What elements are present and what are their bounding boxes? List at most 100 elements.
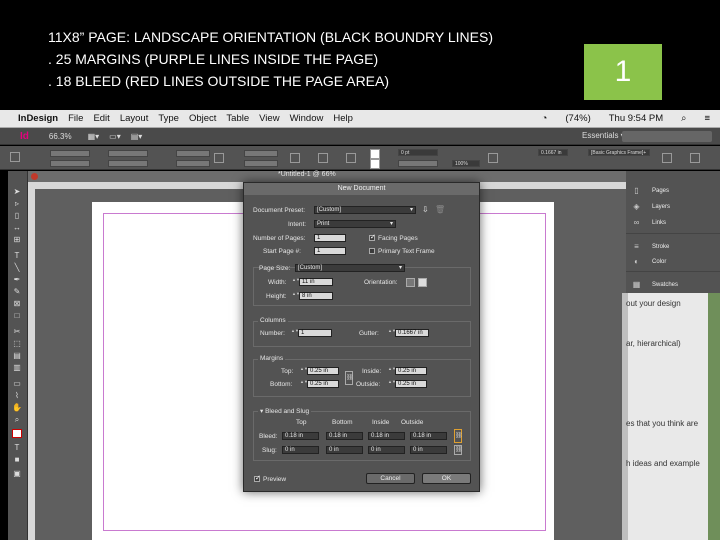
- scissors-tool-icon[interactable]: ✂: [12, 327, 22, 336]
- slug-outside-field[interactable]: 0 in: [410, 446, 447, 454]
- hand-tool-icon[interactable]: ✋: [12, 403, 22, 412]
- reference-point-icon[interactable]: [10, 152, 20, 162]
- screen-mode-icon[interactable]: ▭▾: [109, 132, 121, 141]
- panel-pages[interactable]: ▯ Pages: [626, 183, 720, 198]
- bleed-slug-title[interactable]: ▾ Bleed and Slug: [258, 407, 312, 415]
- pencil-tool-icon[interactable]: ✎: [12, 287, 22, 296]
- rotate-icon[interactable]: [290, 153, 300, 163]
- menu-view[interactable]: View: [259, 113, 279, 124]
- background-window[interactable]: out your design ar, hierarchical) es tha…: [622, 293, 720, 540]
- help-search-input[interactable]: [622, 131, 712, 142]
- menu-app-name[interactable]: InDesign: [18, 113, 58, 124]
- clock[interactable]: Thu 9:54 PM: [609, 113, 663, 124]
- bleed-link-icon[interactable]: ⛓: [454, 429, 463, 443]
- type-tool-icon[interactable]: T: [12, 251, 22, 260]
- menu-window[interactable]: Window: [290, 113, 324, 124]
- screen-mode-tool-icon[interactable]: ▣: [12, 469, 22, 478]
- selection-tool-icon[interactable]: ➤: [12, 187, 22, 196]
- columns-stepper-icon[interactable]: ▲▼: [291, 329, 299, 337]
- apply-color-icon[interactable]: ■: [12, 455, 22, 464]
- preview-checkbox[interactable]: [254, 474, 261, 482]
- columns-number-field[interactable]: 1: [298, 329, 332, 337]
- panel-menu-icon[interactable]: [690, 153, 700, 163]
- content-collector-icon[interactable]: ⊞: [12, 235, 22, 244]
- rectangle-frame-tool-icon[interactable]: ⊠: [12, 299, 22, 308]
- margin-inside-stepper-icon[interactable]: ▲▼: [388, 367, 396, 375]
- slug-inside-field[interactable]: 0 in: [368, 446, 405, 454]
- select-container-icon[interactable]: [318, 153, 328, 163]
- frame-style-select[interactable]: [Basic Graphics Frame]+: [588, 149, 650, 156]
- scale-x-field[interactable]: [176, 150, 210, 157]
- stroke-weight-field[interactable]: 0 pt: [398, 149, 438, 156]
- margin-bottom-field[interactable]: 0.25 in: [307, 380, 339, 388]
- margin-top-stepper-icon[interactable]: ▲▼: [300, 367, 308, 375]
- document-preset-select[interactable]: [Custom]: [314, 206, 416, 214]
- panel-stroke[interactable]: ≡ Stroke: [626, 239, 720, 254]
- fill-swatch[interactable]: [370, 149, 380, 159]
- delete-preset-icon[interactable]: 🗑: [435, 205, 445, 214]
- bleed-top-field[interactable]: 0.18 in: [282, 432, 319, 440]
- panel-color[interactable]: ◐ Color: [626, 254, 720, 269]
- page-size-select[interactable]: [Custom]: [295, 264, 405, 272]
- margin-top-field[interactable]: 0.25 in: [307, 367, 339, 375]
- primary-text-frame-checkbox[interactable]: [369, 248, 375, 254]
- style-options-icon[interactable]: [662, 153, 672, 163]
- gradient-swatch-tool-icon[interactable]: ▤: [12, 351, 22, 360]
- list-icon[interactable]: ≡: [704, 113, 710, 124]
- arrange-documents-icon[interactable]: ▤▾: [131, 132, 143, 141]
- zoom-level[interactable]: 66.3%: [49, 132, 72, 141]
- shear-field[interactable]: [244, 160, 278, 167]
- pen-tool-icon[interactable]: ✒: [12, 275, 22, 284]
- page-tool-icon[interactable]: ▯: [12, 211, 22, 220]
- menu-table[interactable]: Table: [226, 113, 249, 124]
- gap-tool-icon[interactable]: ↔: [12, 223, 22, 232]
- free-transform-tool-icon[interactable]: ⬚: [12, 339, 22, 348]
- rotation-field[interactable]: [244, 150, 278, 157]
- stroke-type-select[interactable]: [398, 160, 438, 167]
- ok-button[interactable]: OK: [422, 473, 471, 484]
- facing-pages-checkbox[interactable]: [369, 233, 376, 241]
- menu-help[interactable]: Help: [333, 113, 353, 124]
- height-stepper-icon[interactable]: ▲▼: [292, 292, 300, 300]
- close-tab-icon[interactable]: [31, 173, 38, 180]
- stroke-swatch[interactable]: [370, 159, 380, 169]
- height-field[interactable]: 8 in: [299, 292, 333, 300]
- formatting-container-icon[interactable]: T: [12, 443, 22, 452]
- line-tool-icon[interactable]: ╲: [12, 263, 22, 272]
- margin-bottom-stepper-icon[interactable]: ▲▼: [300, 380, 308, 388]
- view-options-icon[interactable]: ▦▾: [88, 132, 100, 141]
- margin-outside-stepper-icon[interactable]: ▲▼: [388, 380, 396, 388]
- cancel-button[interactable]: Cancel: [366, 473, 415, 484]
- margin-outside-field[interactable]: 0.25 in: [395, 380, 427, 388]
- landscape-orientation-icon[interactable]: [418, 278, 427, 287]
- document-tab[interactable]: *Untitled-1 @ 66%: [28, 171, 628, 182]
- workspace-switcher[interactable]: Essentials ▾: [582, 131, 625, 140]
- portrait-orientation-icon[interactable]: [406, 278, 415, 287]
- gutter-field[interactable]: 0.1667 in: [395, 329, 429, 337]
- control-gutter-field[interactable]: 0.1667 in: [538, 149, 568, 156]
- width-field[interactable]: 11 in: [299, 278, 333, 286]
- direct-selection-tool-icon[interactable]: ▹: [12, 199, 22, 208]
- scale-y-field[interactable]: [176, 160, 210, 167]
- number-of-pages-field[interactable]: 1: [314, 234, 346, 242]
- flip-icon[interactable]: [346, 153, 356, 163]
- intent-select[interactable]: Print: [314, 220, 396, 228]
- fill-stroke-icon[interactable]: [12, 429, 22, 438]
- gradient-feather-tool-icon[interactable]: ▥: [12, 363, 22, 372]
- bleed-outside-field[interactable]: 0.18 in: [410, 432, 447, 440]
- panel-links[interactable]: ∞ Links: [626, 215, 720, 230]
- menu-type[interactable]: Type: [158, 113, 179, 124]
- zoom-tool-icon[interactable]: ⌕: [12, 415, 22, 424]
- x-field[interactable]: [50, 150, 90, 157]
- gutter-stepper-icon[interactable]: ▲▼: [388, 329, 396, 337]
- panel-swatches[interactable]: ▦ Swatches: [626, 277, 720, 292]
- margin-inside-field[interactable]: 0.25 in: [395, 367, 427, 375]
- bleed-inside-field[interactable]: 0.18 in: [368, 432, 405, 440]
- bleed-bottom-field[interactable]: 0.18 in: [326, 432, 363, 440]
- constrain-proportions-icon[interactable]: [214, 153, 224, 163]
- note-tool-icon[interactable]: ▭: [12, 379, 22, 388]
- save-preset-icon[interactable]: ⇩: [422, 205, 429, 214]
- w-field[interactable]: [108, 150, 148, 157]
- menu-object[interactable]: Object: [189, 113, 216, 124]
- menu-layout[interactable]: Layout: [120, 113, 149, 124]
